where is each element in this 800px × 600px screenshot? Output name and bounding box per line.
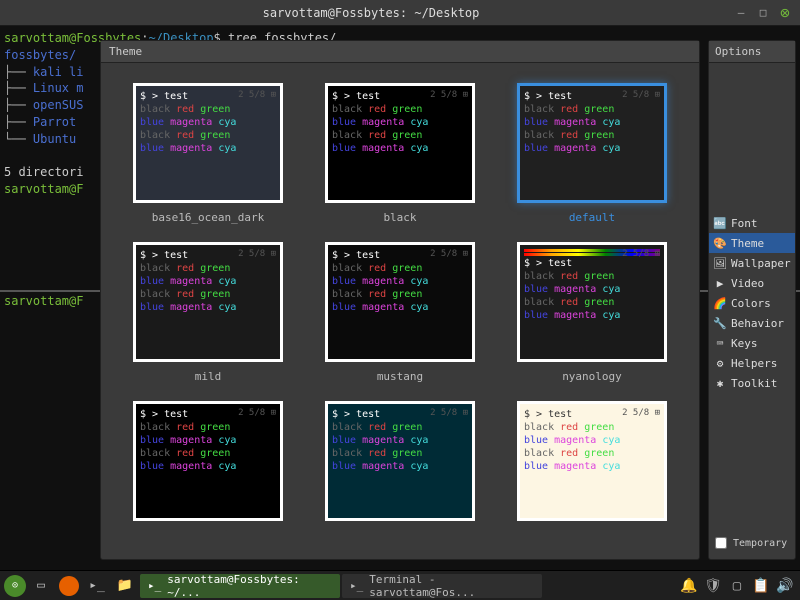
- prompt-partial: sarvottam@F: [4, 182, 83, 196]
- theme-thumbnail[interactable]: $ > test2 5/8 ⊞black red greenblue magen…: [133, 401, 283, 521]
- options-item-label: Theme: [731, 237, 764, 250]
- options-item-toolkit[interactable]: ✱ Toolkit: [709, 373, 795, 393]
- theme-thumbnail[interactable]: $ > test2 5/8 ⊞black red greenblue magen…: [133, 83, 283, 203]
- theme-thumbnail[interactable]: $ > test2 5/8 ⊞black red greenblue magen…: [133, 242, 283, 362]
- tray-box-icon[interactable]: ▢: [726, 575, 748, 597]
- theme-thumbnail[interactable]: $ > test2 5/8 ⊞black red greenblue magen…: [517, 83, 667, 203]
- shield-icon[interactable]: 🛡: [702, 575, 724, 597]
- theme-label: black: [383, 211, 416, 224]
- task-label: sarvottam@Fossbytes: ~/...: [167, 573, 332, 599]
- options-item-helpers[interactable]: ⚙ Helpers: [709, 353, 795, 373]
- theme-option-nyanology[interactable]: $ > test2 5/8 ⊞black red greenblue magen…: [505, 242, 679, 383]
- font-icon: 🔤: [713, 216, 727, 230]
- temporary-toggle[interactable]: Temporary: [715, 537, 787, 549]
- maximize-button[interactable]: □: [756, 6, 770, 20]
- theme-option-default[interactable]: $ > test2 5/8 ⊞black red greenblue magen…: [505, 83, 679, 224]
- terminal-small-icon: ▸_: [350, 579, 363, 592]
- wallpaper-icon: 🖼: [713, 256, 727, 270]
- options-panel-title: Options: [709, 41, 795, 63]
- options-item-label: Keys: [731, 337, 758, 350]
- theme-thumbnail[interactable]: $ > test2 5/8 ⊞black red greenblue magen…: [517, 401, 667, 521]
- tree-item: openSUS: [33, 98, 84, 112]
- theme-option-7[interactable]: $ > test2 5/8 ⊞black red greenblue magen…: [313, 401, 487, 529]
- options-panel: Options 🔤 Font 🎨 Theme 🖼 Wallpaper ▶ Video 🌈 Colo…: [708, 40, 796, 560]
- video-icon: ▶: [713, 276, 727, 290]
- taskbar-task-active[interactable]: ▸_ sarvottam@Fossbytes: ~/...: [140, 574, 340, 598]
- tree-item: Parrot: [33, 115, 76, 129]
- show-desktop-icon[interactable]: ▭: [28, 574, 54, 598]
- theme-label: nyanology: [562, 370, 622, 383]
- close-button[interactable]: ⊗: [778, 6, 792, 20]
- volume-icon[interactable]: 🔊: [774, 575, 796, 597]
- theme-label: mild: [195, 370, 222, 383]
- tree-root: fossbytes/: [4, 48, 76, 62]
- notification-icon[interactable]: 🔔: [678, 575, 700, 597]
- theme-option-black[interactable]: $ > test2 5/8 ⊞black red greenblue magen…: [313, 83, 487, 224]
- colors-icon: 🌈: [713, 296, 727, 310]
- tree-item: Linux m: [33, 81, 84, 95]
- theme-label: mustang: [377, 370, 423, 383]
- taskbar-task-inactive[interactable]: ▸_ Terminal - sarvottam@Fos...: [342, 574, 542, 598]
- taskbar: ⊙ ▭ ▸_ 📁 ▸_ sarvottam@Fossbytes: ~/... ▸…: [0, 570, 800, 600]
- options-item-video[interactable]: ▶ Video: [709, 273, 795, 293]
- theme-label: base16_ocean_dark: [152, 211, 265, 224]
- theme-thumbnail[interactable]: $ > test2 5/8 ⊞black red greenblue magen…: [517, 242, 667, 362]
- terminal-small-icon: ▸_: [148, 579, 161, 592]
- start-menu-icon[interactable]: ⊙: [4, 575, 26, 597]
- theme-thumbnail[interactable]: $ > test2 5/8 ⊞black red greenblue magen…: [325, 242, 475, 362]
- prompt-split: sarvottam@F: [4, 294, 83, 308]
- options-item-keys[interactable]: ⌨ Keys: [709, 333, 795, 353]
- helpers-icon: ⚙: [713, 356, 727, 370]
- theme-settings-panel: Theme $ > test2 5/8 ⊞black red greenblue…: [100, 40, 700, 560]
- options-item-label: Toolkit: [731, 377, 777, 390]
- filemanager-icon[interactable]: 📁: [112, 574, 138, 598]
- options-item-label: Video: [731, 277, 764, 290]
- options-item-label: Wallpaper: [731, 257, 791, 270]
- keys-icon: ⌨: [713, 336, 727, 350]
- window-title: sarvottam@Fossbytes: ~/Desktop: [8, 6, 734, 20]
- firefox-icon[interactable]: [56, 574, 82, 598]
- task-label: Terminal - sarvottam@Fos...: [369, 573, 534, 599]
- minimize-button[interactable]: —: [734, 6, 748, 20]
- options-item-label: Font: [731, 217, 758, 230]
- theme-option-base16_ocean_dark[interactable]: $ > test2 5/8 ⊞black red greenblue magen…: [121, 83, 295, 224]
- window-titlebar: sarvottam@Fossbytes: ~/Desktop — □ ⊗: [0, 0, 800, 26]
- tree-item: kali li: [33, 65, 84, 79]
- theme-panel-title: Theme: [101, 41, 699, 63]
- options-item-label: Colors: [731, 297, 771, 310]
- theme-option-6[interactable]: $ > test2 5/8 ⊞black red greenblue magen…: [121, 401, 295, 529]
- clipboard-icon[interactable]: 📋: [750, 575, 772, 597]
- behavior-icon: 🔧: [713, 316, 727, 330]
- theme-label: default: [569, 211, 615, 224]
- theme-grid[interactable]: $ > test2 5/8 ⊞black red greenblue magen…: [101, 63, 699, 559]
- theme-option-mild[interactable]: $ > test2 5/8 ⊞black red greenblue magen…: [121, 242, 295, 383]
- options-item-colors[interactable]: 🌈 Colors: [709, 293, 795, 313]
- theme-thumbnail[interactable]: $ > test2 5/8 ⊞black red greenblue magen…: [325, 401, 475, 521]
- temporary-checkbox[interactable]: [715, 537, 727, 549]
- terminal-launcher-icon[interactable]: ▸_: [84, 574, 110, 598]
- theme-option-8[interactable]: $ > test2 5/8 ⊞black red greenblue magen…: [505, 401, 679, 529]
- theme-thumbnail[interactable]: $ > test2 5/8 ⊞black red greenblue magen…: [325, 83, 475, 203]
- options-item-label: Helpers: [731, 357, 777, 370]
- options-item-wallpaper[interactable]: 🖼 Wallpaper: [709, 253, 795, 273]
- temporary-label: Temporary: [733, 538, 787, 549]
- tree-item: Ubuntu: [33, 132, 76, 146]
- toolkit-icon: ✱: [713, 376, 727, 390]
- options-item-font[interactable]: 🔤 Font: [709, 213, 795, 233]
- options-item-theme[interactable]: 🎨 Theme: [709, 233, 795, 253]
- theme-option-mustang[interactable]: $ > test2 5/8 ⊞black red greenblue magen…: [313, 242, 487, 383]
- options-item-label: Behavior: [731, 317, 784, 330]
- options-list: 🔤 Font 🎨 Theme 🖼 Wallpaper ▶ Video 🌈 Colors 🔧 Behav…: [709, 213, 795, 393]
- theme-icon: 🎨: [713, 236, 727, 250]
- options-item-behavior[interactable]: 🔧 Behavior: [709, 313, 795, 333]
